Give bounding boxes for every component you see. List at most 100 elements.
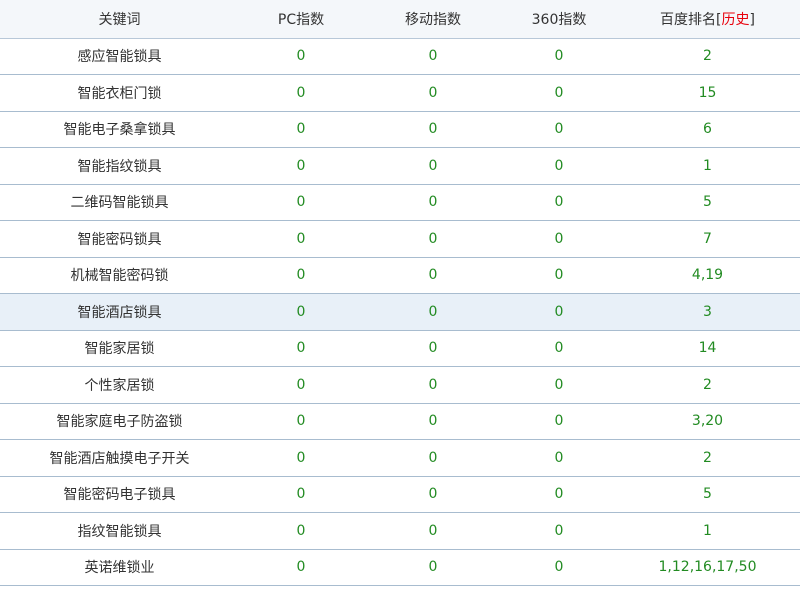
baidu-rank-cell: 1 <box>615 512 800 550</box>
mobile-index-cell: 0 <box>363 257 503 294</box>
mobile-index-cell: 0 <box>363 220 503 258</box>
mobile-index-cell: 0 <box>363 38 503 75</box>
baidu-rank-cell: 6 <box>615 111 800 148</box>
table-row: 机械智能密码锁 0 0 0 4,19 <box>0 257 800 294</box>
pc-index-cell: 0 <box>239 38 363 75</box>
360-index-cell: 0 <box>503 476 615 513</box>
360-index-cell: 0 <box>503 549 615 586</box>
mobile-index-cell: 0 <box>363 74 503 112</box>
table-row: 感应智能锁具 0 0 0 2 <box>0 38 800 75</box>
keyword-ranking-table: 关键词 PC指数 移动指数 360指数 百度排名[历史] 感应智能锁具 0 0 0 2 智… <box>0 0 800 586</box>
table-row: 个性家居锁 0 0 0 2 <box>0 366 800 404</box>
keyword-cell: 指纹智能锁具 <box>0 512 239 550</box>
pc-index-cell: 0 <box>239 439 363 477</box>
mobile-index-cell: 0 <box>363 293 503 331</box>
table-row: 智能指纹锁具 0 0 0 1 <box>0 147 800 185</box>
table-row: 智能衣柜门锁 0 0 0 15 <box>0 74 800 112</box>
baidu-rank-cell: 5 <box>615 476 800 513</box>
pc-index-cell: 0 <box>239 330 363 367</box>
table-row: 二维码智能锁具 0 0 0 5 <box>0 184 800 221</box>
pc-index-cell: 0 <box>239 293 363 331</box>
360-index-cell: 0 <box>503 330 615 367</box>
keyword-cell: 二维码智能锁具 <box>0 184 239 221</box>
keyword-cell: 智能家庭电子防盗锁 <box>0 403 239 440</box>
header-pc-index: PC指数 <box>239 0 363 39</box>
history-link[interactable]: 历史 <box>722 12 750 28</box>
header-360-index: 360指数 <box>503 0 615 39</box>
mobile-index-cell: 0 <box>363 403 503 440</box>
pc-index-cell: 0 <box>239 74 363 112</box>
360-index-cell: 0 <box>503 439 615 477</box>
mobile-index-cell: 0 <box>363 184 503 221</box>
table-row: 指纹智能锁具 0 0 0 1 <box>0 512 800 550</box>
mobile-index-cell: 0 <box>363 439 503 477</box>
360-index-cell: 0 <box>503 512 615 550</box>
history-bracket-close: ] <box>749 11 755 28</box>
keyword-cell: 智能家居锁 <box>0 330 239 367</box>
360-index-cell: 0 <box>503 366 615 404</box>
baidu-rank-cell: 3 <box>615 293 800 331</box>
table-row: 智能密码锁具 0 0 0 7 <box>0 220 800 258</box>
pc-index-cell: 0 <box>239 220 363 258</box>
table-row: 智能酒店锁具 0 0 0 3 <box>0 293 800 331</box>
table-row: 智能家庭电子防盗锁 0 0 0 3,20 <box>0 403 800 440</box>
pc-index-cell: 0 <box>239 184 363 221</box>
360-index-cell: 0 <box>503 257 615 294</box>
table-row: 智能电子桑拿锁具 0 0 0 6 <box>0 111 800 148</box>
pc-index-cell: 0 <box>239 512 363 550</box>
keyword-cell: 个性家居锁 <box>0 366 239 404</box>
360-index-cell: 0 <box>503 38 615 75</box>
keyword-cell: 智能酒店锁具 <box>0 293 239 331</box>
baidu-rank-cell: 5 <box>615 184 800 221</box>
baidu-rank-cell: 14 <box>615 330 800 367</box>
360-index-cell: 0 <box>503 184 615 221</box>
mobile-index-cell: 0 <box>363 147 503 185</box>
table-row: 智能家居锁 0 0 0 14 <box>0 330 800 367</box>
keyword-cell: 智能衣柜门锁 <box>0 74 239 112</box>
mobile-index-cell: 0 <box>363 111 503 148</box>
baidu-rank-cell: 2 <box>615 366 800 404</box>
mobile-index-cell: 0 <box>363 512 503 550</box>
baidu-rank-cell: 2 <box>615 38 800 75</box>
mobile-index-cell: 0 <box>363 330 503 367</box>
mobile-index-cell: 0 <box>363 366 503 404</box>
baidu-rank-cell: 1,12,16,17,50 <box>615 549 800 586</box>
360-index-cell: 0 <box>503 293 615 331</box>
mobile-index-cell: 0 <box>363 549 503 586</box>
360-index-cell: 0 <box>503 111 615 148</box>
360-index-cell: 0 <box>503 220 615 258</box>
pc-index-cell: 0 <box>239 549 363 586</box>
360-index-cell: 0 <box>503 403 615 440</box>
table-row: 智能酒店触摸电子开关 0 0 0 2 <box>0 439 800 477</box>
pc-index-cell: 0 <box>239 476 363 513</box>
keyword-cell: 英诺维锁业 <box>0 549 239 586</box>
keyword-cell: 感应智能锁具 <box>0 38 239 75</box>
table-header-row: 关键词 PC指数 移动指数 360指数 百度排名[历史] <box>0 0 800 39</box>
table-row: 英诺维锁业 0 0 0 1,12,16,17,50 <box>0 549 800 586</box>
keyword-cell: 机械智能密码锁 <box>0 257 239 294</box>
header-baidu-rank-label: 百度排名 <box>660 11 717 28</box>
keyword-cell: 智能指纹锁具 <box>0 147 239 185</box>
pc-index-cell: 0 <box>239 111 363 148</box>
keyword-cell: 智能密码锁具 <box>0 220 239 258</box>
table-row: 智能密码电子锁具 0 0 0 5 <box>0 476 800 513</box>
header-baidu-rank: 百度排名[历史] <box>615 0 800 39</box>
baidu-rank-cell: 3,20 <box>615 403 800 440</box>
keyword-cell: 智能酒店触摸电子开关 <box>0 439 239 477</box>
pc-index-cell: 0 <box>239 403 363 440</box>
baidu-rank-cell: 4,19 <box>615 257 800 294</box>
pc-index-cell: 0 <box>239 257 363 294</box>
baidu-rank-cell: 7 <box>615 220 800 258</box>
pc-index-cell: 0 <box>239 147 363 185</box>
baidu-rank-cell: 15 <box>615 74 800 112</box>
table-body: 感应智能锁具 0 0 0 2 智能衣柜门锁 0 0 0 15 智能电子桑拿锁具 0 0 0 6 智能指纹锁具 0… <box>0 38 800 586</box>
360-index-cell: 0 <box>503 74 615 112</box>
mobile-index-cell: 0 <box>363 476 503 513</box>
pc-index-cell: 0 <box>239 366 363 404</box>
baidu-rank-cell: 2 <box>615 439 800 477</box>
360-index-cell: 0 <box>503 147 615 185</box>
header-keyword: 关键词 <box>0 0 239 39</box>
keyword-cell: 智能密码电子锁具 <box>0 476 239 513</box>
baidu-rank-cell: 1 <box>615 147 800 185</box>
keyword-cell: 智能电子桑拿锁具 <box>0 111 239 148</box>
